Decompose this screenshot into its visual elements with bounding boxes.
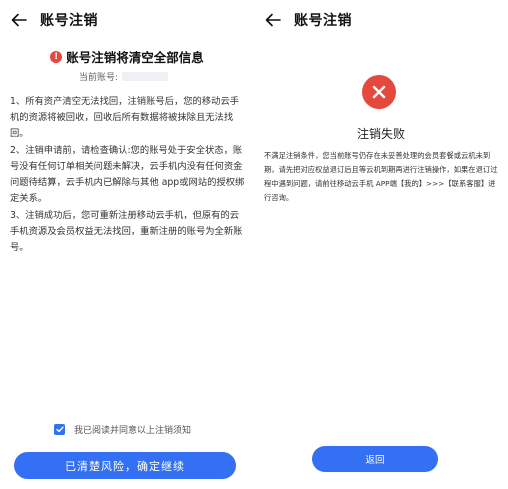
fail-x-icon — [362, 75, 396, 109]
page-title: 账号注销 — [294, 13, 352, 29]
right-header: 账号注销 — [264, 8, 352, 32]
agreement-row[interactable]: 我已阅读并同意以上注销须知 — [54, 423, 191, 436]
page-title: 账号注销 — [40, 13, 98, 29]
checkbox-checked-icon[interactable] — [54, 424, 65, 435]
back-arrow-icon[interactable] — [264, 11, 282, 29]
back-arrow-icon[interactable] — [10, 11, 28, 29]
notice-heading: ! 账号注销将清空全部信息 — [0, 47, 254, 66]
confirm-continue-button[interactable]: 已清楚风险，确定继续 — [14, 452, 236, 479]
result-description: 不满足注销条件，您当前账号仍存在未妥善处理的会员套餐或云机未到期，请先把对应权益… — [264, 151, 498, 202]
warning-icon: ! — [50, 50, 63, 63]
result-title: 注销失败 — [356, 127, 405, 141]
current-account-label: 当前账号: — [79, 73, 119, 83]
rule-item: 3、注销成功后，您可重新注册移动云手机，但原有的云手机资源及会员权益无法找回，重… — [10, 210, 243, 253]
cancellation-notice-screen: 账号注销 ! 账号注销将清空全部信息 当前账号: 1、所有资产清空无法找回，注销… — [0, 0, 254, 489]
rule-item: 2、注销申请前，请检查确认:您的账号处于安全状态，账号没有任何订单相关问题未解决… — [10, 145, 245, 204]
agreement-label: 我已阅读并同意以上注销须知 — [74, 426, 192, 436]
cancellation-rules: 1、所有资产清空无法找回，注销账号后，您的移动云手机的资源将被回收，回收后所有数… — [10, 94, 246, 257]
rule-item: 1、所有资产清空无法找回，注销账号后，您的移动云手机的资源将被回收，回收后所有数… — [10, 96, 240, 139]
masked-account-value — [122, 72, 169, 81]
cancellation-failed-screen: 账号注销 注销失败 不满足注销条件，您当前账号仍存在未妥善处理的会员套餐或云机未… — [254, 0, 508, 489]
return-button[interactable]: 返回 — [312, 446, 438, 472]
left-header: 账号注销 — [10, 8, 98, 32]
notice-title: 账号注销将清空全部信息 — [66, 50, 204, 65]
current-account: 当前账号: — [79, 70, 169, 83]
